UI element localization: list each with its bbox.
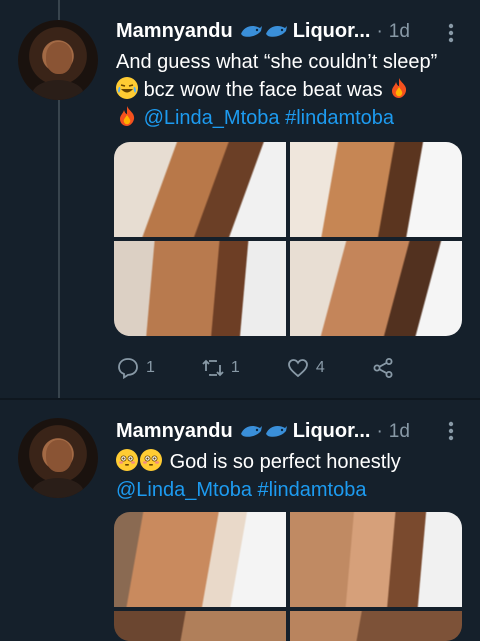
- tweet-separator: [0, 398, 480, 400]
- tweet-photo[interactable]: [290, 611, 462, 641]
- share-button[interactable]: [371, 356, 401, 380]
- author-emoji: [239, 22, 289, 42]
- dolphin-icon: [264, 422, 288, 442]
- timestamp[interactable]: 1d: [389, 421, 410, 443]
- reply-count: 1: [146, 359, 155, 376]
- tweet-photo[interactable]: [114, 512, 286, 607]
- tweet-text-line: @Linda_Mtoba #lindamtoba: [116, 476, 472, 504]
- tweet[interactable]: Mamnyandu Liquor... · 1d And guess what …: [0, 0, 480, 398]
- tweet-photo[interactable]: [290, 512, 462, 607]
- timestamp[interactable]: 1d: [389, 21, 410, 43]
- hashtag-link[interactable]: #lindamtoba: [285, 107, 394, 129]
- flushed-face-emoji: [140, 449, 162, 471]
- mention-link[interactable]: @Linda_Mtoba: [144, 107, 280, 129]
- tweet-header: Mamnyandu Liquor... · 1d: [116, 20, 410, 43]
- tweet-text: God is so perfect honestly @Linda_Mtoba …: [116, 448, 472, 504]
- tweet-photo[interactable]: [114, 611, 286, 641]
- face-with-tears-of-joy-emoji: [116, 77, 138, 99]
- author-name[interactable]: Mamnyandu: [116, 20, 233, 43]
- like-count: 4: [315, 359, 325, 376]
- more-options-icon[interactable]: [447, 420, 455, 442]
- tweet-text-line: And guess what “she couldn’t sleep”: [116, 51, 438, 73]
- tweet-photo[interactable]: [290, 241, 462, 336]
- tweet-photo[interactable]: [290, 142, 462, 237]
- avatar[interactable]: [18, 418, 98, 498]
- heart-icon: [287, 359, 308, 378]
- fire-emoji: [388, 77, 410, 99]
- retweet-count: 1: [230, 359, 240, 376]
- retweet-icon: [202, 359, 224, 377]
- dolphin-icon: [264, 22, 288, 42]
- author-name-suffix[interactable]: Liquor...: [293, 20, 371, 43]
- dolphin-icon: [239, 22, 263, 42]
- retweet-button[interactable]: 1: [201, 356, 240, 380]
- tweet-actions: 1 1 4: [116, 356, 401, 380]
- tweet-text-line: God is so perfect honestly: [116, 448, 472, 476]
- separator: ·: [376, 420, 383, 442]
- mention-link[interactable]: @Linda_Mtoba: [116, 479, 252, 501]
- reply-icon: [118, 358, 138, 380]
- avatar[interactable]: [18, 20, 98, 100]
- tweet-text: And guess what “she couldn’t sleep” bcz …: [116, 48, 472, 132]
- flushed-face-emoji: [116, 449, 138, 471]
- reply-button[interactable]: 1: [116, 356, 155, 380]
- more-options-icon[interactable]: [447, 22, 455, 44]
- separator: ·: [376, 20, 383, 42]
- tweet-header: Mamnyandu Liquor... · 1d: [116, 420, 410, 443]
- like-button[interactable]: 4: [286, 356, 325, 380]
- tweet-text-line: bcz wow the face beat was: [116, 76, 472, 104]
- hashtag-link[interactable]: #lindamtoba: [258, 479, 367, 501]
- media-grid: [114, 512, 462, 641]
- dolphin-icon: [239, 422, 263, 442]
- author-emoji: [239, 422, 289, 442]
- tweet-photo[interactable]: [114, 142, 286, 237]
- fire-emoji: [116, 105, 138, 127]
- author-name-suffix[interactable]: Liquor...: [293, 420, 371, 443]
- tweet-text-fragment: God is so perfect honestly: [169, 451, 401, 473]
- tweet-text-fragment: bcz wow the face beat was: [143, 79, 383, 101]
- share-icon: [373, 358, 393, 378]
- author-name[interactable]: Mamnyandu: [116, 420, 233, 443]
- tweet-photo[interactable]: [114, 241, 286, 336]
- tweet-text-line: @Linda_Mtoba #lindamtoba: [116, 104, 472, 132]
- media-grid: [114, 142, 462, 336]
